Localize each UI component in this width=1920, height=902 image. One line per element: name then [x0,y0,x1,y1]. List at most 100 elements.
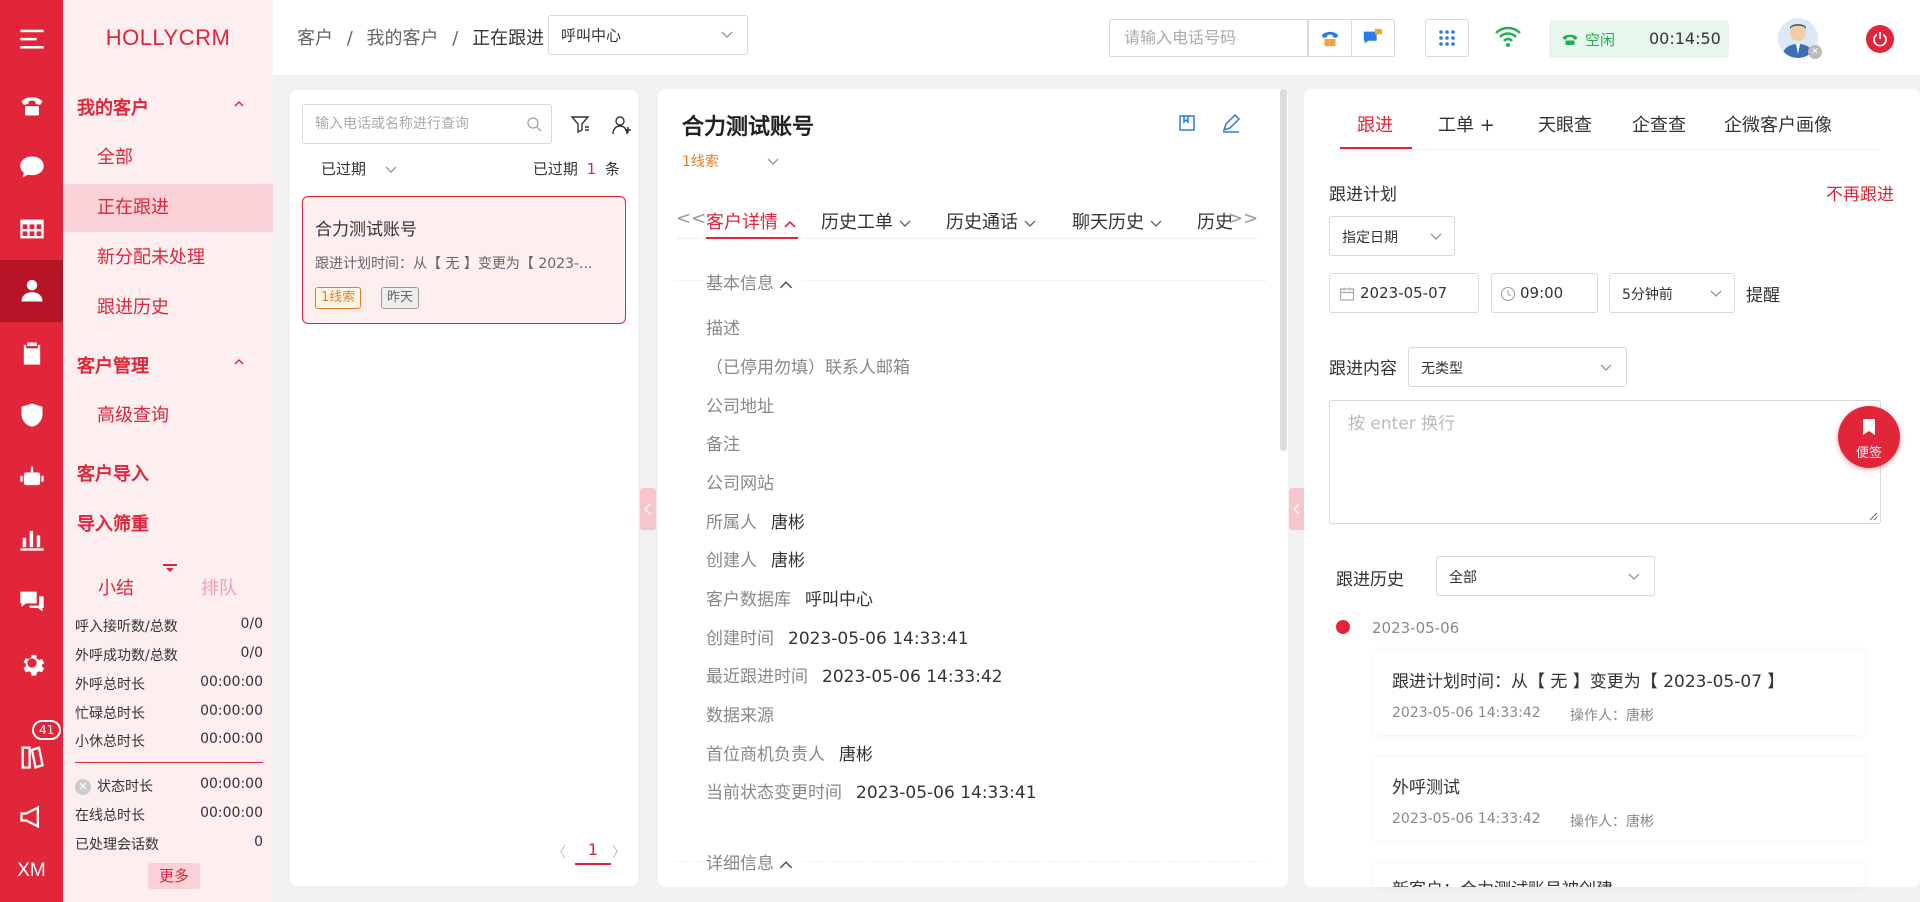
breadcrumb-item[interactable]: 我的客户 [367,28,439,49]
summary-row: ✕ 状态时长 00:00:00 [75,776,263,796]
page-number[interactable]: 1 [575,840,611,865]
summary-row: 忙碌总时长 00:00:00 [75,703,263,722]
xm-label: XM [17,860,46,881]
tabs-prev-button[interactable]: << [676,208,706,229]
nav-item-following[interactable]: 正在跟进 [63,184,273,232]
icon-rail: 41 XM [0,0,63,902]
plan-type-select[interactable]: 指定日期 [1329,216,1455,256]
edit-icon[interactable] [1221,113,1241,133]
history-filter-select[interactable]: 全部 [1436,556,1655,596]
rail-messages[interactable] [0,570,63,632]
add-user-icon[interactable] [611,114,633,136]
collapse-right-handle[interactable] [1289,488,1305,530]
customer-card[interactable]: 合力测试账号 跟进计划时间：从【 无 】变更为【 2023-... 1线索 昨天 [302,196,626,324]
tabs-next-button[interactable]: >> [1228,208,1258,229]
tab-ticket-add[interactable]: 工单 + [1438,111,1495,137]
logout-button[interactable] [1866,25,1894,53]
breadcrumb-current: 正在跟进 [472,28,545,49]
section-detail-info[interactable]: 详细信息 [706,849,804,874]
nav-group-customer-mgmt[interactable]: 客户管理 [77,352,149,378]
rail-announce[interactable] [0,786,63,848]
field-source: 数据来源 [706,706,774,726]
prev-page-icon[interactable]: 〈 [552,842,566,862]
rail-chart[interactable] [0,508,63,570]
tab-queue[interactable]: 排队 [201,574,237,600]
rail-phone[interactable] [0,74,63,136]
tab-follow[interactable]: 跟进 [1357,111,1393,137]
rail-robot[interactable] [0,446,63,508]
nav-group-import[interactable]: 客户导入 [77,460,149,486]
detail-scrollbar[interactable] [1280,89,1287,451]
timeline-dot [1336,620,1350,634]
remind-select[interactable]: 5分钟前 [1609,273,1735,313]
sticky-note-button[interactable]: 便签 [1838,406,1900,468]
nav-item-all[interactable]: 全部 [63,134,273,182]
customer-search-input[interactable]: 输入电话或名称进行查询 [302,104,552,144]
section-basic-info[interactable]: 基本信息 [706,269,804,294]
expired-count: 已过期 1 条 [532,160,620,178]
message-button[interactable] [1351,19,1395,57]
dial-button[interactable] [1308,19,1352,57]
tab-history-calls[interactable]: 历史通话 [946,208,1036,234]
resize-handle-icon[interactable] [1868,511,1878,521]
phone-input[interactable]: 请输入电话号码 [1109,19,1308,57]
breadcrumb-item[interactable]: 客户 [297,28,333,49]
close-circle-icon[interactable]: ✕ [75,779,91,795]
search-icon[interactable] [526,116,542,132]
power-icon [1873,32,1887,47]
chevron-up-icon[interactable] [233,98,245,110]
tab-tianyancha[interactable]: 天眼查 [1538,111,1592,137]
plan-date-input[interactable]: 2023-05-07 [1329,273,1479,313]
field-description: 描述 [706,319,740,339]
tab-wecom-profile[interactable]: 企微客户画像 [1724,111,1832,137]
nav-group-dedup[interactable]: 导入筛重 [77,510,149,536]
stop-follow-button[interactable]: 不再跟进 [1826,180,1894,205]
rail-shield[interactable] [0,384,63,446]
rail-notes[interactable]: 41 [0,720,63,788]
more-button[interactable]: 更多 [148,863,200,889]
tab-chat-history[interactable]: 聊天历史 [1072,208,1162,234]
expired-filter[interactable]: 已过期 [321,158,397,179]
time-tag: 昨天 [381,287,420,309]
rail-settings[interactable] [0,632,63,694]
tab-customer-detail[interactable]: 客户详情 [706,208,796,234]
collapse-arrow-icon[interactable] [163,564,177,572]
nav-item-new-assigned[interactable]: 新分配未处理 [63,234,273,282]
next-page-icon[interactable]: 〉 [612,842,626,862]
nav-item-follow-history[interactable]: 跟进历史 [63,284,273,332]
shield-icon [21,403,42,427]
nav-group-my-customers[interactable]: 我的客户 [77,94,149,120]
filter-icon[interactable] [570,114,590,134]
rail-chat[interactable] [0,136,63,198]
offline-badge-icon: ✕ [1808,45,1822,59]
tab-summary[interactable]: 小结 [98,574,134,600]
chevron-left-icon [1293,503,1300,515]
collapse-left-handle[interactable] [640,488,656,530]
chevron-up-icon[interactable] [233,356,245,368]
lead-select[interactable]: 1线索 [682,151,779,171]
bookmark-icon [1863,419,1875,435]
agent-status[interactable]: 空闲 00:14:50 [1549,20,1729,58]
bookmark-book-icon[interactable] [1177,113,1197,133]
field-last-follow: 最近跟进时间 2023-05-06 14:33:42 [706,667,1003,687]
rail-xm[interactable]: XM [0,840,63,902]
tab-qichacha[interactable]: 企查查 [1632,111,1686,137]
content-textarea[interactable]: 按 enter 换行 [1329,400,1881,524]
keypad-button[interactable] [1425,19,1469,57]
plan-time-input[interactable]: 09:00 [1491,273,1598,313]
tab-history-tickets[interactable]: 历史工单 [821,208,911,234]
tab-divider [1340,149,1878,150]
nav-item-advanced-query[interactable]: 高级查询 [63,392,273,440]
content-type-select[interactable]: 无类型 [1408,347,1627,387]
phone-icon [21,97,42,116]
chevron-up-icon [784,220,796,228]
bar-chart-icon [19,530,44,551]
rail-customer[interactable] [0,260,63,322]
chevron-down-icon [385,166,397,173]
sms-icon [1363,28,1383,44]
channel-select[interactable]: 呼叫中心 [548,15,748,55]
rail-grid[interactable] [0,198,63,260]
rail-clipboard[interactable] [0,322,63,384]
menu-toggle-button[interactable] [0,8,63,70]
tab-history-more[interactable]: 历史 [1197,208,1232,234]
